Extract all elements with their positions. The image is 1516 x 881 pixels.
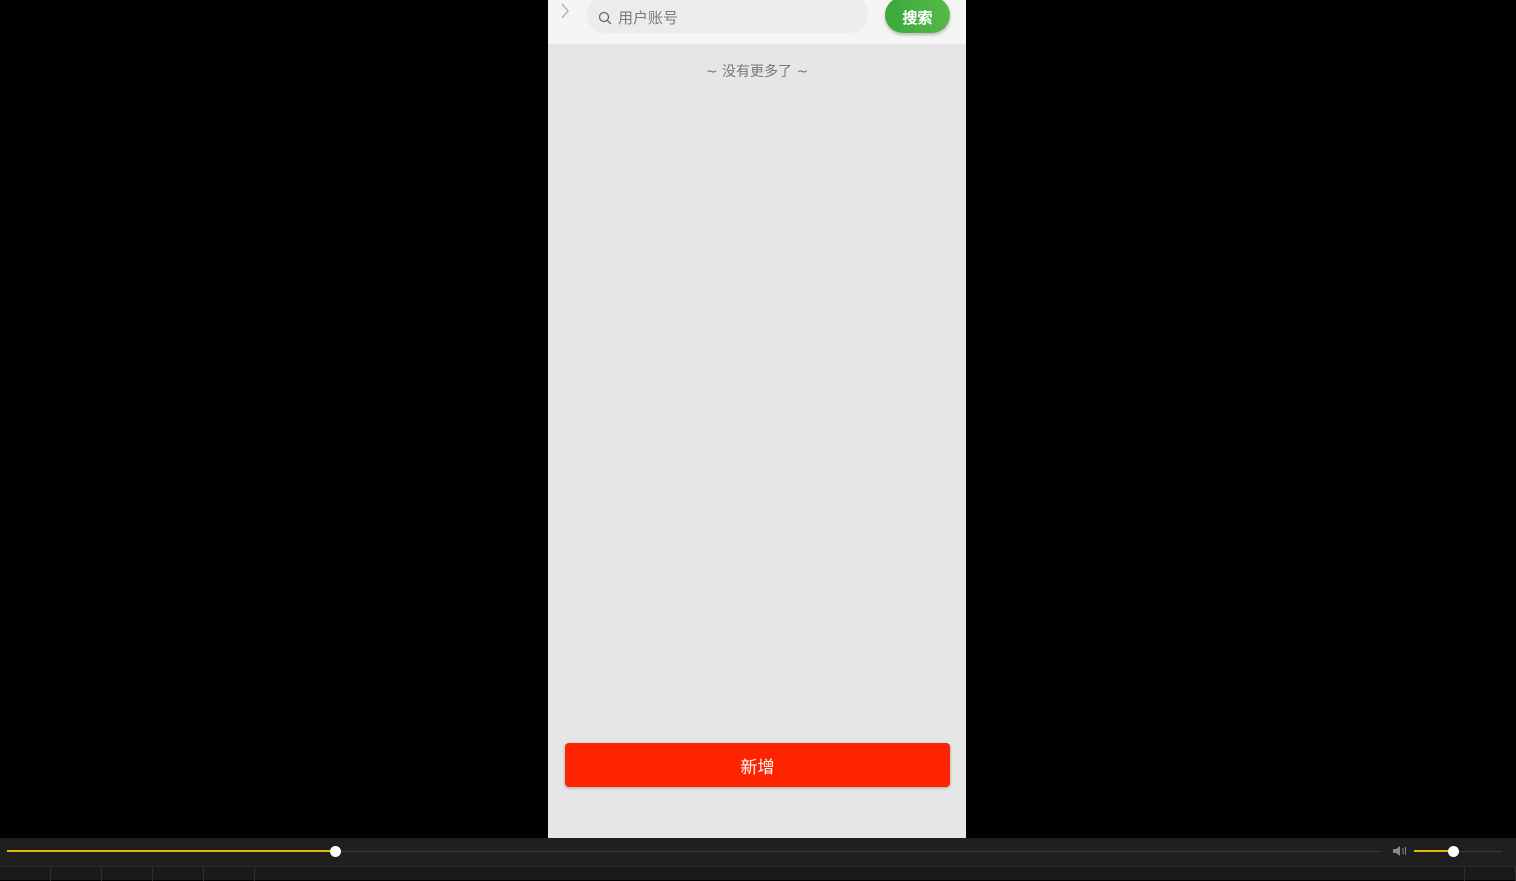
mobile-screen: 搜索 ~ 没有更多了 ~ 新增 — [548, 0, 966, 838]
player-button-strip — [0, 866, 1516, 881]
no-more-text: ~ 没有更多了 ~ — [705, 64, 809, 80]
seek-thumb[interactable] — [329, 846, 341, 857]
seek-bar[interactable] — [7, 846, 1381, 857]
volume-icon[interactable] — [1392, 844, 1408, 858]
chevron-right-icon-svg — [561, 3, 569, 19]
player-control-slot[interactable] — [204, 867, 255, 881]
player-control-slot[interactable] — [51, 867, 102, 881]
volume-slider[interactable] — [1414, 846, 1502, 857]
volume-level-fill — [1414, 850, 1453, 852]
search-button[interactable]: 搜索 — [885, 0, 950, 33]
search-icon — [598, 11, 612, 24]
player-control-slot[interactable] — [1464, 867, 1516, 881]
video-stage: 搜索 ~ 没有更多了 ~ 新增 — [0, 0, 1516, 838]
player-control-bar — [0, 838, 1516, 866]
add-button[interactable]: 新增 — [565, 743, 950, 787]
search-box[interactable] — [587, 0, 868, 33]
player-control-slot[interactable] — [153, 867, 204, 881]
volume-thumb[interactable] — [1447, 846, 1459, 857]
seek-progress-fill — [7, 850, 335, 852]
search-input[interactable] — [618, 8, 848, 27]
player-control-slot[interactable] — [0, 867, 51, 881]
player-control-slot[interactable] — [102, 867, 153, 881]
search-header: 搜索 — [548, 0, 966, 44]
chevron-right-icon[interactable] — [558, 2, 572, 26]
